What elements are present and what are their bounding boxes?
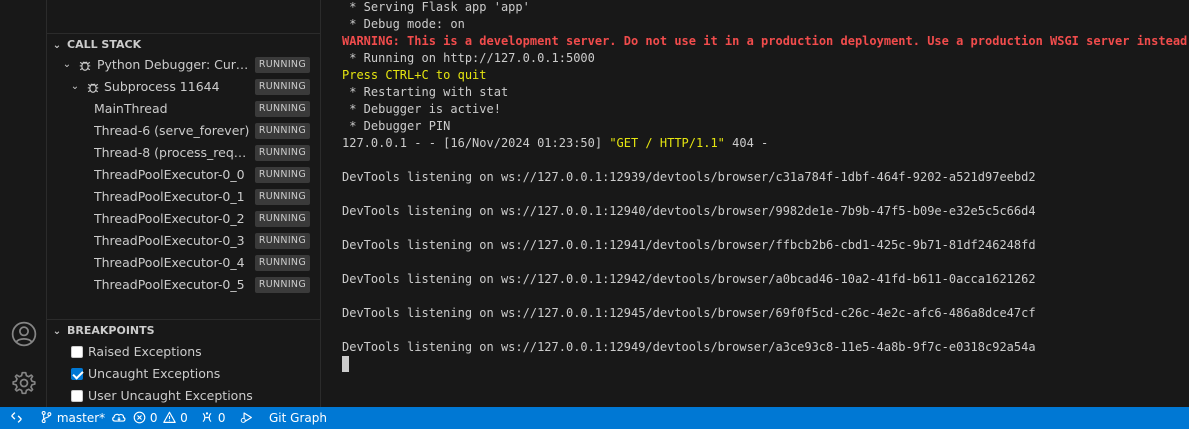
thread-label: ThreadPoolExecutor-0_0 bbox=[94, 167, 245, 182]
remote-icon bbox=[11, 412, 22, 423]
debug-run-icon bbox=[240, 412, 252, 423]
chevron-down-icon: ⌄ bbox=[62, 59, 72, 70]
thread-item[interactable]: ThreadPoolExecutor-0_5 RUNNING bbox=[47, 274, 320, 296]
status-badge: RUNNING bbox=[254, 123, 310, 139]
breakpoints-title: BREAKPOINTS bbox=[67, 324, 155, 337]
account-icon[interactable] bbox=[11, 321, 37, 347]
debug-sidebar: ⌄ CALL STACK ⌄ Python Debugger: Curre... … bbox=[47, 0, 321, 407]
settings-gear-icon[interactable] bbox=[11, 370, 37, 396]
breakpoint-label: User Uncaught Exceptions bbox=[88, 388, 253, 403]
thread-item[interactable]: Thread-6 (serve_forever) RUNNING bbox=[47, 120, 320, 142]
breakpoint-label: Uncaught Exceptions bbox=[88, 366, 221, 381]
status-badge: RUNNING bbox=[254, 211, 310, 227]
git-graph-button[interactable]: Git Graph bbox=[269, 407, 327, 429]
request-method: "GET / HTTP/1.1" bbox=[609, 136, 725, 150]
uncaught-exceptions-checkbox[interactable] bbox=[71, 368, 83, 380]
status-badge: RUNNING bbox=[254, 277, 310, 293]
status-badge: RUNNING bbox=[254, 167, 310, 183]
thread-label: ThreadPoolExecutor-0_5 bbox=[94, 277, 245, 292]
status-badge: RUNNING bbox=[254, 57, 310, 73]
status-badge: RUNNING bbox=[254, 189, 310, 205]
thread-item[interactable]: ThreadPoolExecutor-0_1 RUNNING bbox=[47, 186, 320, 208]
thread-item[interactable]: ThreadPoolExecutor-0_3 RUNNING bbox=[47, 230, 320, 252]
user-uncaught-exceptions-checkbox[interactable] bbox=[71, 390, 83, 402]
call-stack-subprocess[interactable]: ⌄ Subprocess 11644 RUNNING bbox=[47, 76, 320, 98]
thread-item[interactable]: ThreadPoolExecutor-0_0 RUNNING bbox=[47, 164, 320, 186]
error-count: 0 bbox=[149, 411, 158, 425]
terminal-line: DevTools listening on ws://127.0.0.1:129… bbox=[342, 204, 1036, 218]
thread-item[interactable]: ThreadPoolExecutor-0_4 RUNNING bbox=[47, 252, 320, 274]
thread-label: ThreadPoolExecutor-0_3 bbox=[94, 233, 245, 248]
bug-icon bbox=[79, 61, 91, 71]
breakpoint-label: Raised Exceptions bbox=[88, 344, 202, 359]
call-stack-title: CALL STACK bbox=[67, 38, 142, 51]
warning-icon bbox=[163, 411, 177, 423]
breakpoints-header[interactable]: ⌄ BREAKPOINTS bbox=[47, 319, 321, 341]
thread-label: ThreadPoolExecutor-0_2 bbox=[94, 211, 245, 226]
chevron-down-icon: ⌄ bbox=[70, 81, 80, 92]
terminal-line: DevTools listening on ws://127.0.0.1:129… bbox=[342, 306, 1036, 320]
breakpoint-item[interactable]: User Uncaught Exceptions bbox=[71, 385, 253, 407]
call-stack-header[interactable]: ⌄ CALL STACK bbox=[47, 33, 321, 55]
status-badge: RUNNING bbox=[254, 79, 310, 95]
terminal-line: DevTools listening on ws://127.0.0.1:129… bbox=[342, 238, 1036, 252]
chevron-down-icon: ⌄ bbox=[52, 326, 62, 337]
request-status: 404 - bbox=[724, 136, 769, 150]
request-prefix: 127.0.0.1 - - [16/Nov/2024 01:23:50] bbox=[342, 136, 610, 150]
error-icon bbox=[133, 411, 146, 424]
branch-button[interactable]: master* bbox=[40, 407, 127, 429]
thread-label: ThreadPoolExecutor-0_1 bbox=[94, 189, 245, 204]
thread-label: Thread-6 (serve_forever) bbox=[94, 123, 250, 138]
terminal-line: Press CTRL+C to quit bbox=[342, 68, 487, 82]
terminal-line: * Restarting with stat bbox=[342, 85, 509, 99]
raised-exceptions-checkbox[interactable] bbox=[71, 346, 83, 358]
terminal-line: * Debugger PIN bbox=[342, 119, 451, 133]
terminal-warning-line: WARNING: This is a development server. D… bbox=[342, 34, 1189, 48]
debug-run-button[interactable] bbox=[239, 407, 254, 429]
activity-bar bbox=[0, 0, 47, 407]
terminal-cursor bbox=[342, 356, 349, 372]
status-badge: RUNNING bbox=[254, 145, 310, 161]
breakpoint-item[interactable]: Uncaught Exceptions bbox=[71, 363, 220, 385]
terminal-line: * Debugger is active! bbox=[342, 102, 501, 116]
terminal-panel[interactable]: * Serving Flask app 'app' * Debug mode: … bbox=[322, 0, 1189, 407]
terminal-request-line: 127.0.0.1 - - [16/Nov/2024 01:23:50] "GE… bbox=[342, 135, 768, 152]
terminal-line: * Serving Flask app 'app' bbox=[342, 0, 530, 14]
session-label: Python Debugger: Curre... bbox=[97, 57, 252, 72]
bug-icon bbox=[87, 83, 99, 93]
terminal-line: DevTools listening on ws://127.0.0.1:129… bbox=[342, 170, 1036, 184]
terminal-line: DevTools listening on ws://127.0.0.1:129… bbox=[342, 340, 1036, 354]
thread-label: MainThread bbox=[94, 101, 168, 116]
ports-count: 0 bbox=[217, 411, 226, 425]
warning-count: 0 bbox=[180, 411, 188, 425]
status-badge: RUNNING bbox=[254, 101, 310, 117]
status-badge: RUNNING bbox=[254, 255, 310, 271]
status-bar: master* 0 0 0 Git Graph bbox=[0, 407, 1189, 429]
status-badge: RUNNING bbox=[254, 233, 310, 249]
remote-button[interactable] bbox=[10, 407, 23, 429]
branch-name: master* bbox=[56, 411, 106, 425]
thread-item[interactable]: ThreadPoolExecutor-0_2 RUNNING bbox=[47, 208, 320, 230]
thread-item[interactable]: Thread-8 (process_reque... RUNNING bbox=[47, 142, 320, 164]
call-stack-session[interactable]: ⌄ Python Debugger: Curre... RUNNING bbox=[47, 54, 320, 76]
ports-icon bbox=[202, 412, 212, 423]
terminal-line: DevTools listening on ws://127.0.0.1:129… bbox=[342, 272, 1036, 286]
thread-label: ThreadPoolExecutor-0_4 bbox=[94, 255, 245, 270]
ports-button[interactable]: 0 bbox=[200, 407, 225, 429]
branch-icon bbox=[41, 410, 52, 424]
subprocess-label: Subprocess 11644 bbox=[104, 79, 220, 94]
terminal-line: * Running on http://127.0.0.1:5000 bbox=[342, 51, 595, 65]
thread-item[interactable]: MainThread RUNNING bbox=[47, 98, 320, 120]
sync-icon bbox=[112, 413, 126, 422]
problems-button[interactable]: 0 0 bbox=[133, 407, 188, 429]
terminal-line: * Debug mode: on bbox=[342, 17, 465, 31]
thread-label: Thread-8 (process_reque... bbox=[94, 145, 254, 160]
breakpoint-item[interactable]: Raised Exceptions bbox=[71, 341, 202, 363]
